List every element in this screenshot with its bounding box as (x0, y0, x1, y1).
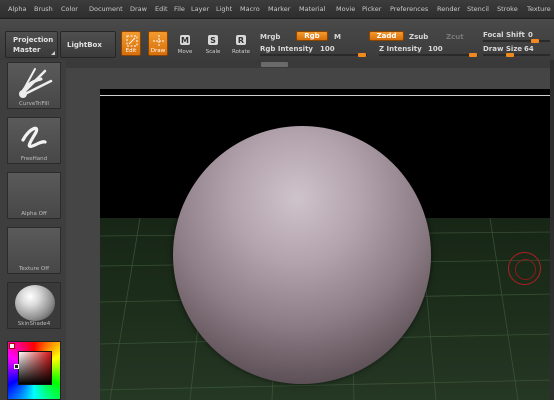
rgb-intensity-knob[interactable] (358, 53, 366, 57)
canvas-border-line (100, 95, 554, 96)
rotate-icon: R (236, 35, 246, 45)
menu-edit[interactable]: Edit (155, 5, 168, 13)
material-label: SkinShade4 (17, 321, 51, 327)
draw-size-value: 64 (524, 45, 534, 53)
color-saturation-square[interactable] (18, 351, 52, 385)
projection-master-button[interactable]: Projection Master (5, 31, 58, 58)
zcut-button[interactable]: Zcut (446, 33, 464, 41)
edit-label: Edit (125, 48, 137, 54)
corner-triangle-icon (51, 51, 55, 55)
edit-button[interactable]: Edit (121, 31, 141, 56)
top-shelf: Projection Master LightBox Edit Draw M M… (0, 19, 554, 60)
menu-preferences[interactable]: Preferences (390, 5, 428, 13)
scale-label: Scale (205, 49, 221, 55)
menu-document[interactable]: Document (89, 5, 123, 13)
right-tray-edge (550, 60, 554, 400)
zsub-button[interactable]: Zsub (409, 33, 428, 41)
menu-texture[interactable]: Texture (527, 5, 551, 13)
svg-text:S: S (210, 36, 216, 45)
menu-material[interactable]: Material (299, 5, 325, 13)
menu-picker[interactable]: Picker (362, 5, 381, 13)
menu-marker[interactable]: Marker (268, 5, 290, 13)
curve-brush-icon (19, 68, 53, 98)
document-canvas[interactable] (100, 89, 554, 400)
menu-file[interactable]: File (174, 5, 185, 13)
svg-text:R: R (238, 36, 244, 45)
focal-shift-track (483, 40, 550, 42)
menu-stencil[interactable]: Stencil (467, 5, 489, 13)
rgb-button[interactable]: Rgb (296, 31, 328, 41)
z-intensity-value: 100 (428, 45, 443, 53)
m-button[interactable]: M (334, 33, 341, 41)
rgb-intensity-label: Rgb Intensity (260, 45, 313, 53)
rotate-button[interactable]: R Rotate (231, 31, 251, 56)
edit-icon (126, 35, 138, 47)
draw-button[interactable]: Draw (148, 31, 168, 56)
secondary-color-indicator[interactable] (14, 364, 19, 369)
z-intensity-knob[interactable] (469, 53, 477, 57)
sphere-mesh[interactable] (173, 126, 431, 384)
menu-color[interactable]: Color (61, 5, 78, 13)
move-button[interactable]: M Move (175, 31, 195, 56)
alpha-selector[interactable]: Alpha Off (7, 172, 61, 219)
material-sphere-icon (15, 285, 55, 321)
z-intensity-label: Z Intensity (379, 45, 422, 53)
svg-text:M: M (181, 36, 189, 45)
lightbox-button[interactable]: LightBox (60, 31, 116, 58)
menu-movie[interactable]: Movie (336, 5, 355, 13)
main-color-swatch[interactable] (9, 343, 15, 349)
draw-label: Draw (150, 48, 166, 54)
menu-light[interactable]: Light (216, 5, 232, 13)
lightbox-label: LightBox (67, 41, 102, 49)
focal-shift-value: 0 (528, 31, 533, 39)
z-intensity-track (379, 54, 478, 56)
menu-draw[interactable]: Draw (130, 5, 147, 13)
stroke-selector[interactable]: FreeHand (7, 117, 61, 164)
menu-stroke[interactable]: Stroke (497, 5, 518, 13)
freehand-stroke-icon (21, 126, 47, 148)
brush-selector[interactable]: CurveTriFill (7, 62, 61, 109)
scale-icon: S (208, 35, 218, 45)
brush-cursor-ring (508, 252, 541, 285)
scale-button[interactable]: S Scale (203, 31, 223, 56)
texture-label: Texture Off (18, 266, 49, 272)
projection-master-label-line1: Projection (13, 36, 54, 44)
alpha-label: Alpha Off (21, 211, 47, 217)
draw-size-knob[interactable] (506, 53, 514, 57)
focal-shift-label: Focal Shift (483, 31, 525, 39)
rgb-intensity-value: 100 (320, 45, 335, 53)
move-label: Move (177, 49, 193, 55)
rotate-label: Rotate (231, 49, 250, 55)
mrgb-button[interactable]: Mrgb (260, 33, 280, 41)
draw-size-track (483, 54, 550, 56)
texture-selector[interactable]: Texture Off (7, 227, 61, 274)
menu-bar: Alpha Brush Color Document Draw Edit Fil… (0, 0, 554, 19)
shelf-scroll-handle[interactable] (261, 62, 288, 67)
draw-icon (153, 35, 165, 47)
zadd-button[interactable]: Zadd (369, 31, 404, 41)
draw-size-label: Draw Size (483, 45, 523, 53)
move-icon: M (180, 35, 190, 45)
menu-alpha[interactable]: Alpha (8, 5, 26, 13)
stroke-label: FreeHand (20, 156, 48, 162)
menu-render[interactable]: Render (437, 5, 460, 13)
menu-layer[interactable]: Layer (191, 5, 209, 13)
menu-brush[interactable]: Brush (34, 5, 53, 13)
focal-shift-knob[interactable] (531, 39, 539, 43)
brush-label: CurveTriFill (19, 101, 49, 107)
rgb-intensity-track (260, 54, 367, 56)
color-picker[interactable] (7, 341, 61, 400)
menu-macro[interactable]: Macro (240, 5, 260, 13)
material-selector[interactable]: SkinShade4 (7, 282, 61, 329)
projection-master-label-line2: Master (13, 46, 41, 54)
